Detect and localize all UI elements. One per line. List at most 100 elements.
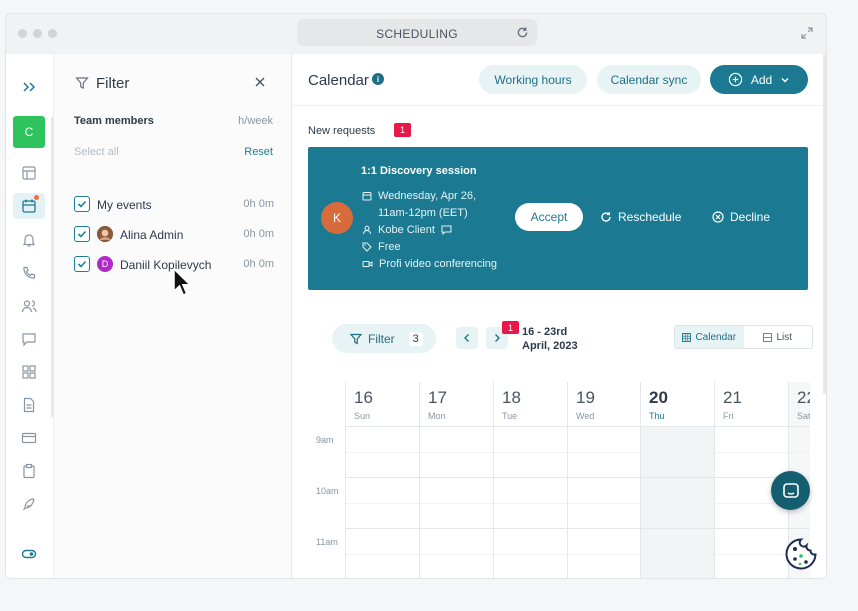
day-header-fri[interactable]: 21 Fri — [714, 382, 788, 426]
feather-icon[interactable] — [18, 493, 40, 515]
day-number: 22 — [797, 388, 810, 407]
address-bar[interactable]: SCHEDULING — [297, 19, 537, 46]
client-name: Kobe Client — [378, 224, 435, 236]
grid-col-line — [419, 426, 420, 578]
bell-icon[interactable] — [18, 229, 40, 251]
grid-line — [345, 528, 810, 529]
calendar-sync-button[interactable]: Calendar sync — [597, 65, 701, 94]
notification-dot — [34, 195, 39, 200]
mouse-cursor-icon — [173, 268, 192, 296]
working-hours-button[interactable]: Working hours — [479, 65, 587, 94]
day-header-mon[interactable]: 17 Mon — [419, 382, 493, 426]
day-number: 21 — [723, 388, 742, 407]
member-hours: 0h 0m — [243, 198, 274, 210]
plus-circle-icon — [728, 72, 743, 87]
grid-half-line — [345, 503, 810, 504]
expand-icon[interactable] — [800, 26, 814, 40]
request-location: Profi video conferencing — [362, 258, 497, 270]
chat-icon[interactable] — [18, 328, 40, 350]
grid-line — [345, 477, 810, 478]
day-header-tue[interactable]: 18 Tue — [493, 382, 567, 426]
chat-support-button[interactable] — [771, 471, 810, 510]
info-icon[interactable]: i — [372, 73, 384, 85]
day-number: 16 — [354, 388, 373, 407]
list-view-label: List — [776, 331, 793, 343]
week-badge: 1 — [502, 321, 519, 334]
date-range-month: April, 2023 — [522, 340, 578, 352]
date-range: 16 - 23rd April, 2023 — [522, 325, 578, 353]
request-card[interactable]: K 1:1 Discovery session Wednesday, Apr 2… — [308, 147, 808, 290]
request-title: 1:1 Discovery session — [361, 165, 477, 177]
request-date-line1: Wednesday, Apr 26, — [378, 190, 477, 202]
member-name: My events — [97, 198, 152, 212]
close-window-dot[interactable] — [18, 29, 27, 38]
phone-icon[interactable] — [18, 262, 40, 284]
chat-bubble-icon — [782, 482, 799, 498]
time-label: 9am — [316, 435, 334, 445]
dashboard-icon[interactable] — [18, 162, 40, 184]
check-icon — [77, 200, 87, 208]
main-scrollbar[interactable] — [823, 54, 826, 394]
message-icon[interactable] — [441, 225, 452, 235]
apps-grid-icon[interactable] — [18, 361, 40, 383]
add-button[interactable]: Add — [710, 65, 808, 94]
calendar-filter-button[interactable]: Filter 3 — [332, 324, 436, 353]
day-number: 19 — [576, 388, 595, 407]
day-header-wed[interactable]: 19 Wed — [567, 382, 641, 426]
cookie-icon[interactable] — [784, 537, 818, 571]
grid-line — [345, 426, 810, 427]
calendar-toolbar: Filter 3 1 16 - 23rd April, 2023 Calenda… — [292, 321, 826, 360]
member-row-my-events[interactable]: My events 0h 0m — [74, 195, 274, 213]
member-hours: 0h 0m — [243, 228, 274, 240]
filter-panel-title: Filter — [96, 75, 130, 92]
decline-label: Decline — [730, 210, 771, 224]
toggle-icon[interactable] — [18, 543, 40, 565]
week-grid: 16 Sun 17 Mon 18 Tue 19 Wed 20 Thu 21 Fri 22 Sa… — [292, 382, 810, 578]
card-icon[interactable] — [18, 427, 40, 449]
day-header-sun[interactable]: 16 Sun — [345, 382, 419, 426]
select-all-link[interactable]: Select all — [74, 146, 119, 158]
check-icon — [77, 230, 87, 238]
minimize-window-dot[interactable] — [33, 29, 42, 38]
filter-panel: Filter Team members h/week Select all Re… — [54, 54, 292, 578]
reset-link[interactable]: Reset — [244, 146, 273, 158]
member-hours: 0h 0m — [243, 258, 274, 270]
member-checkbox[interactable] — [74, 196, 90, 212]
accept-button[interactable]: Accept — [515, 203, 583, 231]
clipboard-icon[interactable] — [18, 460, 40, 482]
prev-week-button[interactable] — [456, 327, 478, 349]
location-text: Profi video conferencing — [379, 258, 498, 270]
day-name: Sun — [354, 411, 371, 421]
maximize-window-dot[interactable] — [48, 29, 57, 38]
calendar-icon — [362, 192, 372, 201]
expand-sidebar-icon[interactable] — [18, 76, 40, 98]
grid-col-line — [640, 426, 641, 578]
document-icon[interactable] — [18, 394, 40, 416]
request-date-line2: 11am-12pm (EET) — [378, 207, 468, 219]
header-divider — [292, 105, 826, 106]
decline-button[interactable]: Decline — [712, 210, 770, 224]
list-view-tab[interactable]: List — [744, 326, 813, 348]
workspace-avatar[interactable]: C — [13, 116, 45, 148]
member-checkbox[interactable] — [74, 226, 90, 242]
new-requests-badge: 1 — [394, 123, 411, 137]
member-checkbox[interactable] — [74, 256, 90, 272]
close-icon[interactable] — [253, 75, 267, 89]
x-circle-icon — [712, 211, 724, 223]
calendar-view-tab[interactable]: Calendar — [675, 326, 744, 348]
date-range-days: 16 - 23rd — [522, 326, 568, 338]
grid-col-line — [714, 426, 715, 578]
price-text: Free — [378, 241, 401, 253]
grid-col-line — [345, 426, 346, 578]
reschedule-button[interactable]: Reschedule — [600, 210, 681, 224]
day-header-sat[interactable]: 22 Sat — [788, 382, 810, 426]
member-row-alina-admin[interactable]: Alina Admin 0h 0m — [74, 225, 274, 243]
users-icon[interactable] — [18, 295, 40, 317]
reload-icon[interactable] — [516, 26, 529, 39]
day-header-thu[interactable]: 20 Thu — [640, 382, 714, 426]
navigation-rail: C — [6, 54, 54, 578]
calendar-main: Calendar i Working hours Calendar sync A… — [292, 54, 826, 578]
person-icon — [363, 225, 371, 235]
day-number: 18 — [502, 388, 521, 407]
chevron-left-icon — [464, 334, 469, 342]
